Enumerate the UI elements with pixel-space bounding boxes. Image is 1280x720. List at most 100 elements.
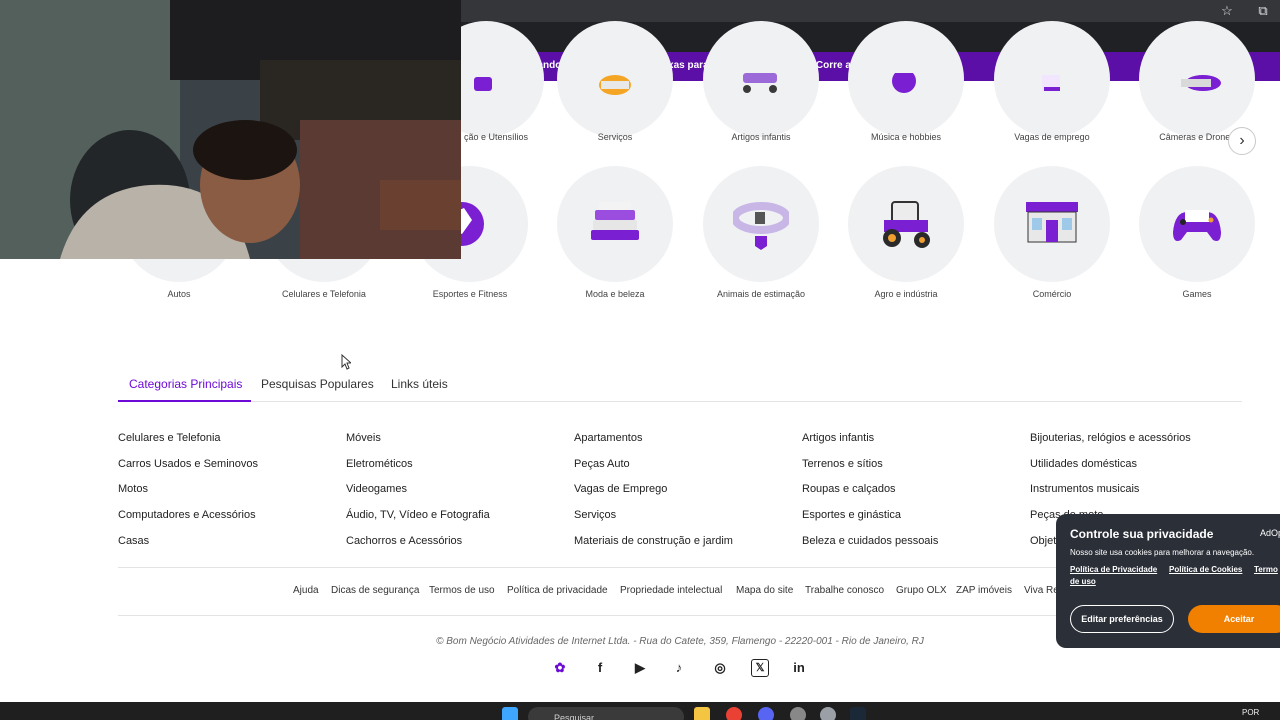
category-link[interactable]: Artigos infantis (802, 432, 874, 444)
footer-link-trabalhe[interactable]: Trabalhe conosco (805, 585, 884, 596)
tab-categorias-principais[interactable]: Categorias Principais (129, 377, 242, 391)
category-link[interactable]: Bijouterias, relógios e acessórios (1030, 432, 1191, 444)
category-link[interactable]: Roupas e calçados (802, 483, 896, 495)
category-link[interactable]: Videogames (346, 483, 407, 495)
terms-link-continued[interactable]: de uso (1070, 577, 1096, 586)
page: ☆ ⧉ Buscando um carro com boas taxas par… (0, 0, 1280, 720)
footer-link-privacidade[interactable]: Política de privacidade (507, 585, 608, 596)
settings-icon[interactable] (820, 707, 836, 720)
category-link[interactable]: Peças Auto (574, 458, 630, 470)
category-link[interactable]: Móveis (346, 432, 381, 444)
webcam-video-image (0, 0, 461, 259)
file-explorer-icon[interactable] (694, 707, 710, 720)
category-item[interactable]: Vagas de emprego (982, 21, 1122, 151)
privacy-policy-link[interactable]: Política de Privacidade (1070, 565, 1157, 574)
folded-clothes-icon (591, 202, 639, 240)
discord-icon[interactable] (758, 707, 774, 720)
accept-cookies-button[interactable]: Aceitar (1188, 605, 1280, 633)
instagram-icon[interactable]: ◎ (711, 659, 729, 677)
category-link[interactable]: Serviços (574, 509, 616, 521)
category-item[interactable]: Games (1127, 166, 1267, 302)
category-label: Serviços (597, 132, 633, 142)
footer-link-viva-real[interactable]: Viva Re (1024, 585, 1059, 596)
category-circle (557, 21, 673, 137)
tractor-icon (883, 201, 930, 248)
category-item[interactable]: Agro e indústria (836, 166, 976, 302)
category-link[interactable]: Cachorros e Acessórios (346, 535, 462, 547)
category-circle (703, 166, 819, 282)
tab-pesquisas-populares[interactable]: Pesquisas Populares (261, 377, 374, 391)
footer-link-dicas-seguranca[interactable]: Dicas de segurança (331, 585, 419, 596)
category-label: Animais de estimação (716, 289, 806, 299)
storefront-icon (1026, 202, 1078, 243)
briefcase-icon (1042, 75, 1060, 91)
tab-links-uteis[interactable]: Links úteis (391, 377, 448, 391)
category-link[interactable]: Beleza e cuidados pessoais (802, 535, 938, 547)
windows-start-icon[interactable] (502, 707, 518, 720)
kitchen-icon (474, 77, 492, 91)
category-link[interactable]: Áudio, TV, Vídeo e Fotografia (346, 509, 490, 521)
category-link[interactable]: Vagas de Emprego (574, 483, 667, 495)
category-label: Artigos infantis (731, 132, 791, 142)
footer-link-termos[interactable]: Termos de uso (429, 585, 495, 596)
guitar-icon (892, 73, 916, 93)
stroller-icon (743, 73, 777, 93)
cookie-description: Nosso site usa cookies para melhorar a n… (1070, 548, 1255, 557)
category-circle (848, 166, 964, 282)
webcam-overlay (0, 0, 461, 259)
edit-preferences-button[interactable]: Editar preferências (1070, 605, 1174, 633)
category-circle (703, 21, 819, 137)
footer-link-grupo-olx[interactable]: Grupo OLX (896, 585, 947, 596)
category-item[interactable]: Moda e beleza (545, 166, 685, 302)
category-label: Autos (167, 289, 191, 299)
facebook-icon[interactable]: f (591, 659, 609, 677)
category-link[interactable]: Motos (118, 483, 148, 495)
youtube-icon[interactable]: ▶ (631, 659, 649, 677)
category-link[interactable]: Instrumentos musicais (1030, 483, 1139, 495)
category-link[interactable]: Carros Usados e Seminovos (118, 458, 258, 470)
category-link[interactable]: Esportes e ginástica (802, 509, 901, 521)
category-circle (557, 166, 673, 282)
category-circle (1139, 21, 1255, 137)
extensions-icon[interactable]: ⧉ (1255, 3, 1271, 19)
services-icon (599, 75, 631, 95)
linkedin-icon[interactable]: in (790, 659, 808, 677)
category-link[interactable]: Eletrométicos (346, 458, 413, 470)
taskbar-search[interactable]: Pesquisar (528, 707, 684, 720)
steam-icon[interactable] (850, 707, 866, 720)
category-item[interactable]: Animais de estimação (691, 166, 831, 302)
category-link[interactable]: Apartamentos (574, 432, 642, 444)
terms-link[interactable]: Termo (1254, 565, 1278, 574)
app-icon[interactable] (790, 707, 806, 720)
footer-link-ajuda[interactable]: Ajuda (293, 585, 319, 596)
category-item[interactable]: Artigos infantis (691, 21, 831, 151)
category-link[interactable]: Celulares e Telefonia (118, 432, 221, 444)
camera-icon (1181, 75, 1221, 91)
category-link[interactable]: Utilidades domésticas (1030, 458, 1137, 470)
category-link[interactable]: Computadores e Acessórios (118, 509, 256, 521)
category-label: Esportes e Fitness (432, 289, 508, 299)
tab-divider (118, 401, 1242, 402)
tiktok-icon[interactable]: ♪ (670, 659, 688, 677)
footer-link-propriedade[interactable]: Propriedade intelectual (620, 585, 722, 596)
category-label: Games (1182, 289, 1212, 299)
category-label: Agro e indústria (874, 289, 938, 299)
cookie-title: Controle sua privacidade (1070, 527, 1214, 541)
category-link[interactable]: Materiais de construção e jardim (574, 535, 733, 547)
category-item[interactable]: Serviços (545, 21, 685, 151)
chrome-icon[interactable] (726, 707, 742, 720)
cookies-policy-link[interactable]: Política de Cookies (1169, 565, 1242, 574)
language-indicator[interactable]: POR (1242, 708, 1259, 717)
category-link[interactable]: Casas (118, 535, 149, 547)
category-item[interactable]: Música e hobbies (836, 21, 976, 151)
category-item[interactable]: Comércio (982, 166, 1122, 302)
category-link[interactable]: Objet (1030, 535, 1056, 547)
carousel-next-button[interactable]: › (1228, 127, 1256, 155)
category-link[interactable]: Terrenos e sítios (802, 458, 883, 470)
category-label: Celulares e Telefonia (282, 289, 366, 299)
bookmark-star-icon[interactable]: ☆ (1219, 3, 1235, 19)
footer-link-zap[interactable]: ZAP imóveis (956, 585, 1012, 596)
x-icon[interactable]: 𝕏 (751, 659, 769, 677)
footer-link-mapa[interactable]: Mapa do site (736, 585, 793, 596)
olx-icon[interactable]: ✿ (551, 659, 569, 677)
